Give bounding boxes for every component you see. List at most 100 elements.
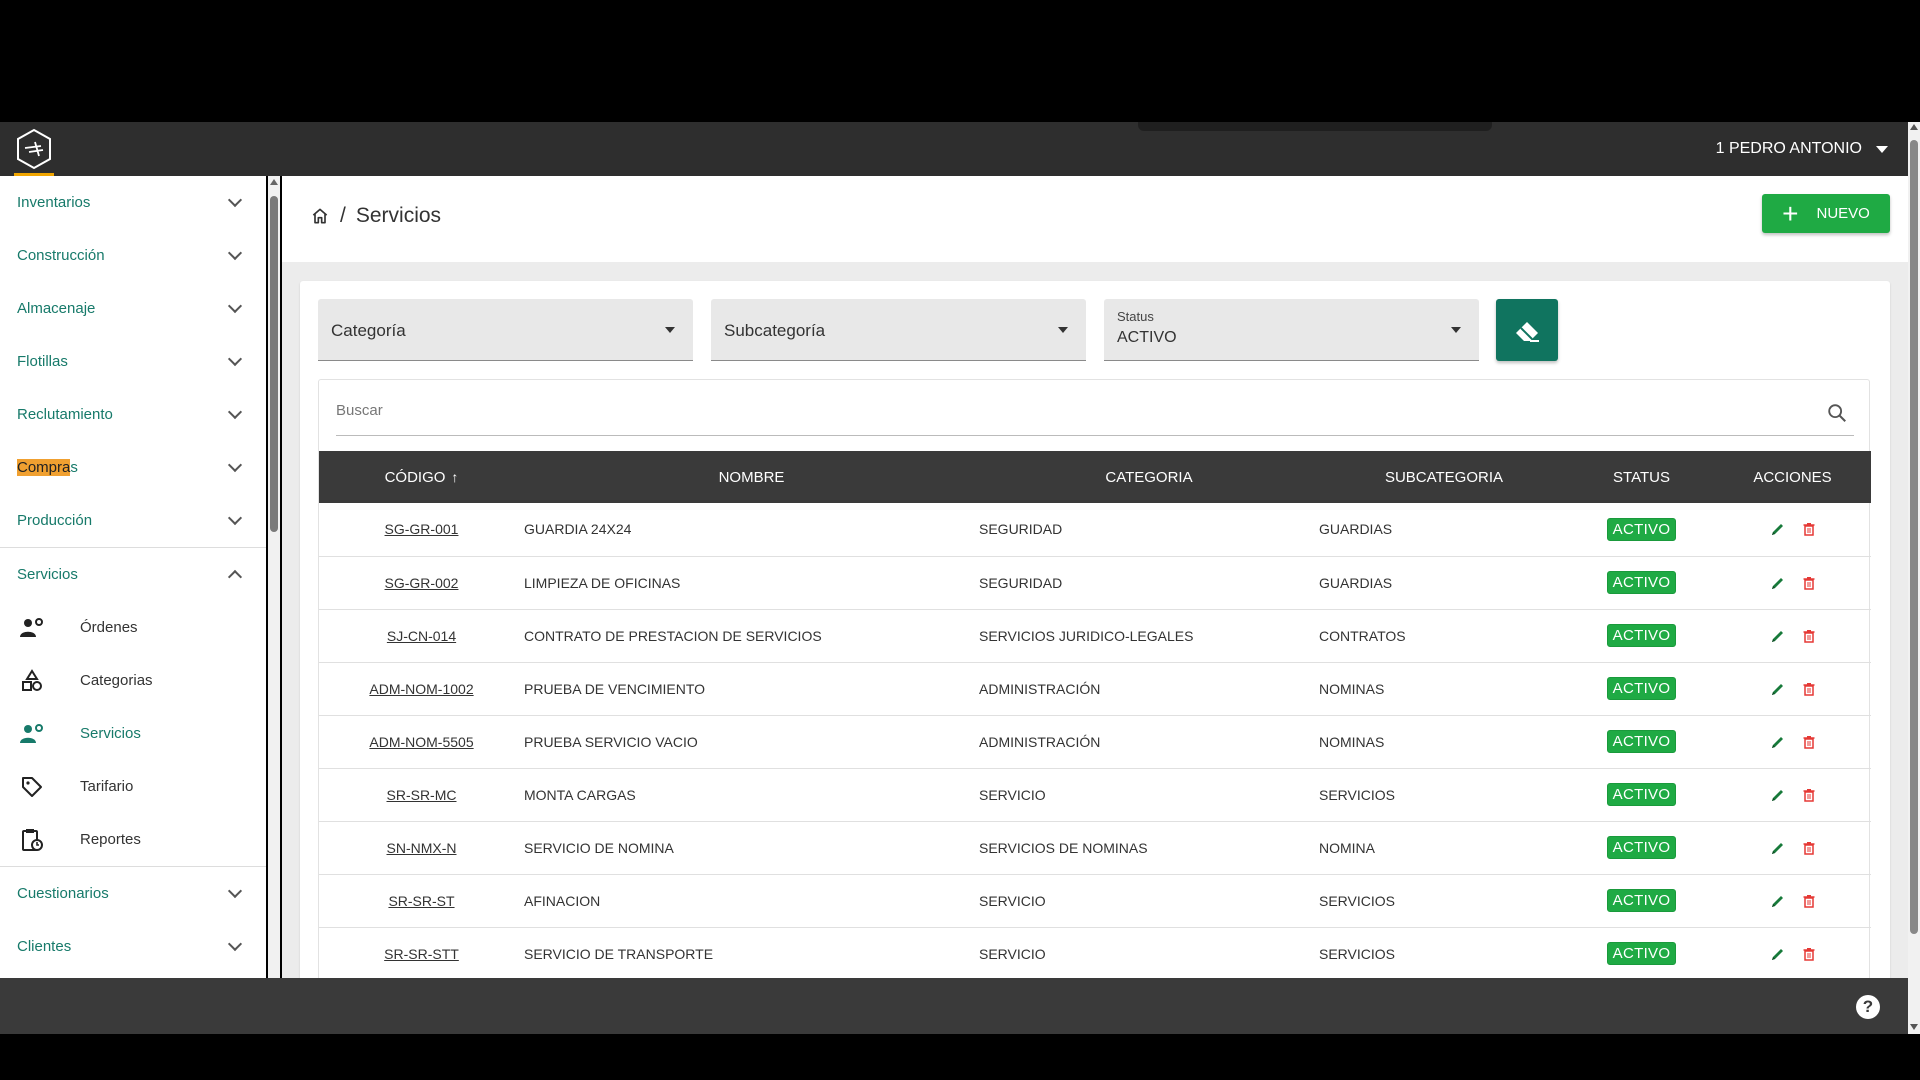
status-select[interactable]: Status ACTIVO xyxy=(1104,299,1479,361)
delete-trash-icon[interactable] xyxy=(1803,894,1815,908)
delete-trash-icon[interactable] xyxy=(1803,735,1815,749)
cell-name: SERVICIO DE NOMINA xyxy=(524,839,674,856)
edit-pencil-icon[interactable] xyxy=(1771,576,1785,590)
edit-pencil-icon[interactable] xyxy=(1771,788,1785,802)
sidebar-item-label: Categorias xyxy=(80,672,153,689)
sidebar-group-label: Compras xyxy=(17,459,78,476)
home-icon[interactable] xyxy=(310,206,330,226)
breadcrumb: / Servicios xyxy=(310,204,441,228)
main-content: / Servicios + NUEVO Categoría Subcategor… xyxy=(282,176,1908,978)
sidebar-group-inventarios[interactable]: Inventarios xyxy=(0,176,266,229)
edit-pencil-icon[interactable] xyxy=(1771,682,1785,696)
sidebar-scroll-thumb[interactable] xyxy=(270,196,278,532)
status-badge: ACTIVO xyxy=(1606,836,1677,859)
service-code-link[interactable]: SG-GR-001 xyxy=(385,521,459,537)
service-code-link[interactable]: ADM-NOM-1002 xyxy=(369,681,473,697)
services-table-container: CÓDIGO↑ NOMBRE CATEGORIA SUBCATEGORIA ST… xyxy=(318,379,1871,978)
delete-trash-icon[interactable] xyxy=(1803,788,1815,802)
sidebar-item-categorias[interactable]: Categorias xyxy=(0,654,266,707)
new-button[interactable]: + NUEVO xyxy=(1762,194,1890,233)
sidebar-group-cuestionarios[interactable]: Cuestionarios xyxy=(0,867,266,920)
sidebar-group-almacenaje[interactable]: Almacenaje xyxy=(0,282,266,335)
status-badge: ACTIVO xyxy=(1606,783,1677,806)
user-menu[interactable]: 1 PEDRO ANTONIO xyxy=(1716,122,1888,176)
help-icon[interactable]: ? xyxy=(1856,995,1880,1019)
delete-trash-icon[interactable] xyxy=(1803,629,1815,643)
search-input[interactable] xyxy=(336,402,1796,419)
table-row[interactable]: SJ-CN-014 CONTRATO DE PRESTACION DE SERV… xyxy=(319,609,1871,662)
column-header-category[interactable]: CATEGORIA xyxy=(979,451,1319,503)
sidebar-group-construccion[interactable]: Construcción xyxy=(0,229,266,282)
table-row[interactable]: SR-SR-STT SERVICIO DE TRANSPORTE SERVICI… xyxy=(319,927,1871,978)
cell-name: CONTRATO DE PRESTACION DE SERVICIOS xyxy=(524,627,822,644)
sidebar-group-clientes[interactable]: Clientes xyxy=(0,920,266,973)
chevron-down-icon xyxy=(227,936,243,951)
column-header-subcategory[interactable]: SUBCATEGORIA xyxy=(1319,451,1569,503)
edit-pencil-icon[interactable] xyxy=(1771,894,1785,908)
clear-filters-button[interactable] xyxy=(1496,299,1558,361)
column-header-status[interactable]: STATUS xyxy=(1569,451,1714,503)
sidebar-item-reportes[interactable]: Reportes xyxy=(0,813,266,866)
service-code-link[interactable]: SR-SR-STT xyxy=(384,946,459,962)
sidebar-group-flotillas[interactable]: Flotillas xyxy=(0,335,266,388)
table-row[interactable]: SR-SR-MC MONTA CARGAS SERVICIO SERVICIOS… xyxy=(319,768,1871,821)
column-header-code[interactable]: CÓDIGO ↑ xyxy=(319,451,524,503)
chevron-down-icon xyxy=(227,883,243,898)
app-logo[interactable] xyxy=(12,122,56,176)
table-row[interactable]: ADM-NOM-1002 PRUEBA DE VENCIMIENTO ADMIN… xyxy=(319,662,1871,715)
sidebar-group-label: Flotillas xyxy=(17,353,68,370)
window-scroll-up-arrow[interactable] xyxy=(1910,124,1918,130)
table-row[interactable]: SG-GR-002 LIMPIEZA DE OFICINAS SEGURIDAD… xyxy=(319,556,1871,609)
edit-pencil-icon[interactable] xyxy=(1771,947,1785,961)
sidebar-group-compras[interactable]: Compras xyxy=(0,441,266,494)
sidebar-group-produccion[interactable]: Producción xyxy=(0,494,266,547)
cell-category: ADMINISTRACIÓN xyxy=(979,680,1101,697)
title-bar: / Servicios + NUEVO xyxy=(282,176,1908,262)
window-scroll-down-arrow[interactable] xyxy=(1910,1024,1918,1030)
sidebar-group-reclutamiento[interactable]: Reclutamiento xyxy=(0,388,266,441)
header-top-tab xyxy=(1138,122,1492,131)
service-code-link[interactable]: SR-SR-ST xyxy=(388,893,454,909)
cell-actions xyxy=(1714,662,1871,715)
delete-trash-icon[interactable] xyxy=(1803,947,1815,961)
category-select[interactable]: Categoría xyxy=(318,299,693,361)
services-table: CÓDIGO ↑ NOMBRE CATEGORIA SUBCATEGORIA ST… xyxy=(319,451,1871,978)
service-code-link[interactable]: ADM-NOM-5505 xyxy=(369,734,473,750)
edit-pencil-icon[interactable] xyxy=(1771,841,1785,855)
table-row[interactable]: ADM-NOM-5505 PRUEBA SERVICIO VACIO ADMIN… xyxy=(319,715,1871,768)
sidebar-group-servicios[interactable]: Servicios xyxy=(0,548,266,601)
edit-pencil-icon[interactable] xyxy=(1771,522,1785,536)
cell-status: ACTIVO xyxy=(1569,874,1714,927)
sidebar-item-ordenes[interactable]: Órdenes xyxy=(0,601,266,654)
cell-actions xyxy=(1714,609,1871,662)
table-row[interactable]: SN-NMX-N SERVICIO DE NOMINA SERVICIOS DE… xyxy=(319,821,1871,874)
cell-code: ADM-NOM-5505 xyxy=(319,715,524,768)
service-code-link[interactable]: SJ-CN-014 xyxy=(387,628,456,644)
services-card: Categoría Subcategoría Status ACTIVO Bus… xyxy=(300,281,1890,978)
screen-top-border xyxy=(0,0,1920,122)
search-icon[interactable] xyxy=(1826,402,1848,429)
delete-trash-icon[interactable] xyxy=(1803,841,1815,855)
sidebar-item-tarifario[interactable]: Tarifario xyxy=(0,760,266,813)
delete-trash-icon[interactable] xyxy=(1803,522,1815,536)
sidebar-item-label: Órdenes xyxy=(80,619,138,636)
window-scroll-thumb[interactable] xyxy=(1910,140,1918,934)
edit-pencil-icon[interactable] xyxy=(1771,735,1785,749)
sort-ascending-icon[interactable]: ↑ xyxy=(451,469,458,485)
service-code-link[interactable]: SR-SR-MC xyxy=(387,787,457,803)
delete-trash-icon[interactable] xyxy=(1803,682,1815,696)
chevron-down-icon xyxy=(227,298,243,313)
service-code-link[interactable]: SN-NMX-N xyxy=(387,840,457,856)
subcategory-select[interactable]: Subcategoría xyxy=(711,299,1086,361)
cell-name: GUARDIA 24X24 xyxy=(524,521,632,538)
edit-pencil-icon[interactable] xyxy=(1771,629,1785,643)
sidebar-scroll-up-arrow[interactable] xyxy=(270,179,278,185)
table-row[interactable]: SR-SR-ST AFINACION SERVICIO SERVICIOS AC… xyxy=(319,874,1871,927)
screen-bottom-border xyxy=(0,1034,1920,1080)
chevron-down-icon xyxy=(227,192,243,207)
column-header-name[interactable]: NOMBRE xyxy=(524,451,979,503)
table-row[interactable]: SG-GR-001 GUARDIA 24X24 SEGURIDAD GUARDI… xyxy=(319,503,1871,556)
service-code-link[interactable]: SG-GR-002 xyxy=(385,575,459,591)
delete-trash-icon[interactable] xyxy=(1803,576,1815,590)
sidebar-item-servicios[interactable]: Servicios xyxy=(0,707,266,760)
